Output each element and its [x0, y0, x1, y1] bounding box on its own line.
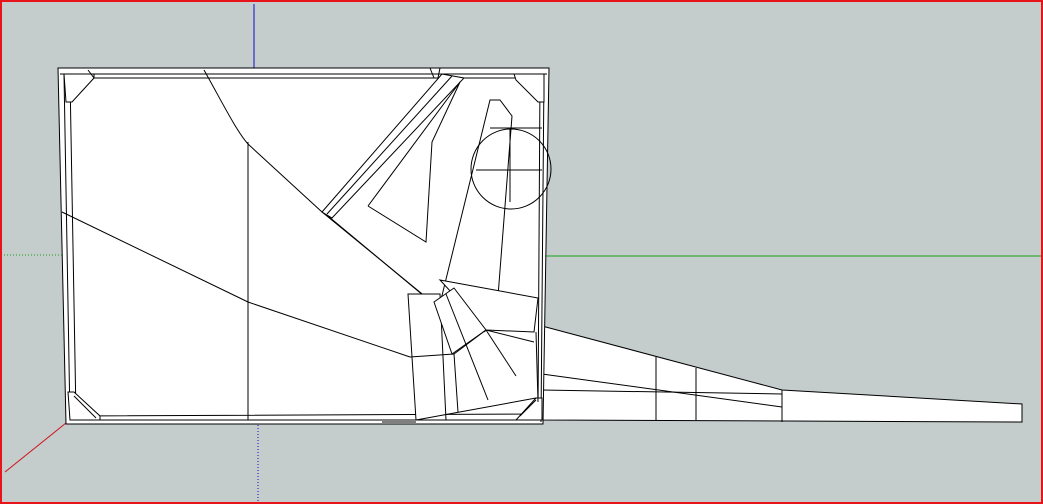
red-axis-solid	[4, 422, 67, 473]
model-scene[interactable]	[2, 2, 1043, 504]
modeling-viewport[interactable]	[0, 0, 1043, 504]
tail-section[interactable]	[541, 325, 1023, 423]
main-box[interactable]	[57, 67, 552, 425]
